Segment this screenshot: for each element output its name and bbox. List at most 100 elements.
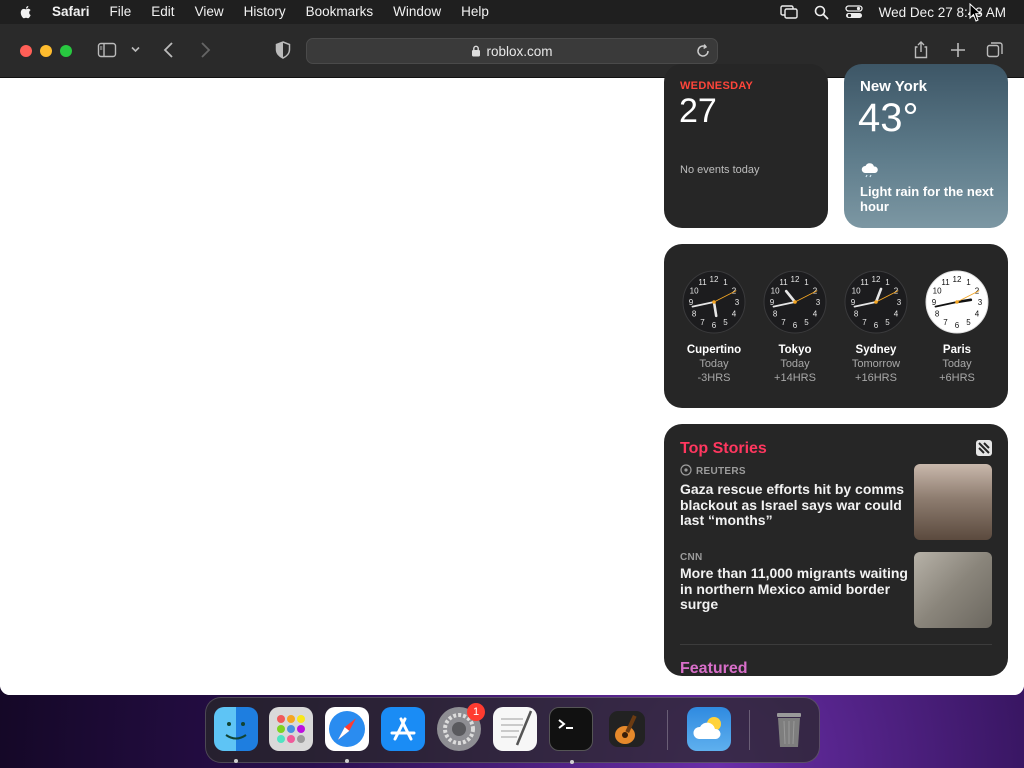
clock-paris: 1 2 3 4 5 6 7 8 9 10 11 12 Paris Today +6HRS (917, 270, 997, 384)
clock-face-icon: 1234567891011 12 (925, 270, 989, 334)
sidebar-toggle-icon[interactable] (97, 40, 117, 60)
calendar-widget[interactable]: WEDNESDAY 27 No events today (664, 64, 828, 228)
svg-text:6: 6 (712, 321, 717, 330)
menu-bookmarks[interactable]: Bookmarks (306, 0, 374, 24)
clock-day: Today (780, 358, 810, 370)
weather-widget[interactable]: New York 43° Light rain for the next hou… (844, 64, 1008, 228)
clock-city-name: Sydney (855, 344, 897, 356)
address-url-text: roblox.com (486, 43, 553, 59)
notification-badge: 1 (467, 703, 485, 721)
dock-launchpad-icon[interactable] (269, 707, 313, 751)
news-featured-heading: Featured (680, 660, 748, 676)
svg-text:6: 6 (874, 321, 879, 330)
window-zoom-button[interactable] (60, 45, 72, 57)
svg-text:4: 4 (975, 310, 980, 319)
dock-textedit-icon[interactable] (493, 707, 537, 751)
menu-help[interactable]: Help (461, 0, 489, 24)
share-icon[interactable] (911, 40, 931, 60)
rain-cloud-icon (860, 162, 880, 183)
dock-weather-icon[interactable] (687, 707, 731, 751)
back-chevron-icon[interactable] (160, 40, 178, 60)
clock-city-name: Cupertino (686, 344, 742, 356)
svg-text:5: 5 (966, 318, 971, 327)
menu-bar-status-area: Wed Dec 27 8:43 AM (779, 0, 1024, 24)
dock-terminal-icon[interactable] (549, 707, 593, 764)
svg-text:3: 3 (735, 298, 740, 307)
svg-text:1: 1 (885, 278, 890, 287)
window-close-button[interactable] (20, 45, 32, 57)
calendar-date: 27 (679, 92, 717, 130)
svg-text:5: 5 (885, 318, 890, 327)
news-headline: Gaza rescue efforts hit by comms blackou… (680, 481, 905, 528)
svg-text:8: 8 (692, 310, 697, 319)
menu-history[interactable]: History (244, 0, 286, 24)
dock-garageband-icon[interactable] (605, 707, 649, 751)
news-source-label: CNN (680, 552, 703, 563)
dock-system-settings-icon[interactable]: 1 (437, 703, 485, 751)
screen-mirroring-icon[interactable] (779, 5, 798, 19)
svg-text:3: 3 (978, 298, 983, 307)
dock-finder-icon[interactable] (214, 707, 258, 763)
svg-text:1: 1 (966, 278, 971, 287)
svg-text:5: 5 (723, 318, 728, 327)
dock: 1 (205, 697, 820, 764)
svg-text:12: 12 (791, 275, 800, 284)
address-bar[interactable]: roblox.com (306, 38, 718, 64)
menu-bar-clock[interactable]: Wed Dec 27 8:43 AM (879, 5, 1006, 20)
svg-text:8: 8 (854, 310, 859, 319)
svg-text:11: 11 (779, 278, 788, 287)
clock-offset: +14HRS (774, 372, 816, 384)
news-widget[interactable]: Top Stories REUTERS Gaza rescue efforts … (664, 424, 1008, 676)
world-clock-widget[interactable]: 1 2 3 4 5 6 7 8 9 10 11 12 Cupertino Today -3HRS 12… (664, 244, 1008, 408)
menu-file[interactable]: File (110, 0, 132, 24)
menu-window[interactable]: Window (393, 0, 441, 24)
spotlight-search-icon[interactable] (814, 5, 829, 20)
clock-city-name: Tokyo (778, 344, 812, 356)
svg-text:3: 3 (816, 298, 821, 307)
news-thumbnail-image (914, 464, 992, 540)
menu-app-safari[interactable]: Safari (52, 0, 90, 24)
svg-text:7: 7 (700, 318, 705, 327)
forward-chevron-icon[interactable] (196, 40, 214, 60)
svg-text:10: 10 (933, 287, 942, 296)
svg-text:3: 3 (897, 298, 902, 307)
svg-text:5: 5 (804, 318, 809, 327)
news-headline: More than 11,000 migrants waiting in nor… (680, 565, 908, 612)
svg-text:12: 12 (953, 275, 962, 284)
news-story[interactable]: REUTERS Gaza rescue efforts hit by comms… (680, 464, 992, 540)
svg-text:6: 6 (955, 321, 960, 330)
clock-tokyo: 1 2 3 4 5 6 7 8 9 10 11 12 Tokyo Today +14HRS (755, 270, 835, 384)
dock-trash-icon[interactable] (767, 707, 811, 751)
svg-text:6: 6 (793, 321, 798, 330)
control-center-icon[interactable] (845, 5, 863, 19)
svg-text:1: 1 (804, 278, 809, 287)
svg-text:1: 1 (723, 278, 728, 287)
news-story[interactable]: CNN More than 11,000 migrants waiting in… (680, 552, 992, 628)
news-divider (680, 644, 992, 645)
clock-day: Today (942, 358, 972, 370)
clock-face-icon: 1234567891011 12 (844, 270, 908, 334)
svg-text:11: 11 (698, 278, 707, 287)
dock-safari-icon[interactable] (325, 707, 369, 763)
tab-group-chevron-down-icon[interactable] (130, 44, 141, 55)
calendar-weekday: WEDNESDAY (680, 80, 754, 92)
clock-offset: -3HRS (697, 372, 731, 384)
privacy-shield-icon[interactable] (274, 40, 292, 60)
clock-sydney: 1 2 3 4 5 6 7 8 9 10 11 12 Sydney Tomorrow +16HRS (836, 270, 916, 384)
menu-view[interactable]: View (195, 0, 224, 24)
new-tab-plus-icon[interactable] (948, 40, 968, 60)
tab-overview-icon[interactable] (985, 40, 1005, 60)
mouse-pointer-icon (969, 3, 982, 22)
weather-condition: Light rain for the next hour (860, 184, 994, 214)
running-indicator (345, 759, 349, 763)
weather-temperature: 43° (858, 96, 919, 140)
reload-icon[interactable] (695, 43, 711, 59)
dock-app-store-icon[interactable] (381, 707, 425, 751)
apple-menu-icon[interactable] (18, 4, 34, 20)
window-minimize-button[interactable] (40, 45, 52, 57)
svg-text:11: 11 (860, 278, 869, 287)
svg-text:4: 4 (813, 310, 818, 319)
menu-bar: Safari File Edit View History Bookmarks … (0, 0, 1024, 24)
news-source-label: REUTERS (696, 466, 746, 477)
menu-edit[interactable]: Edit (151, 0, 174, 24)
